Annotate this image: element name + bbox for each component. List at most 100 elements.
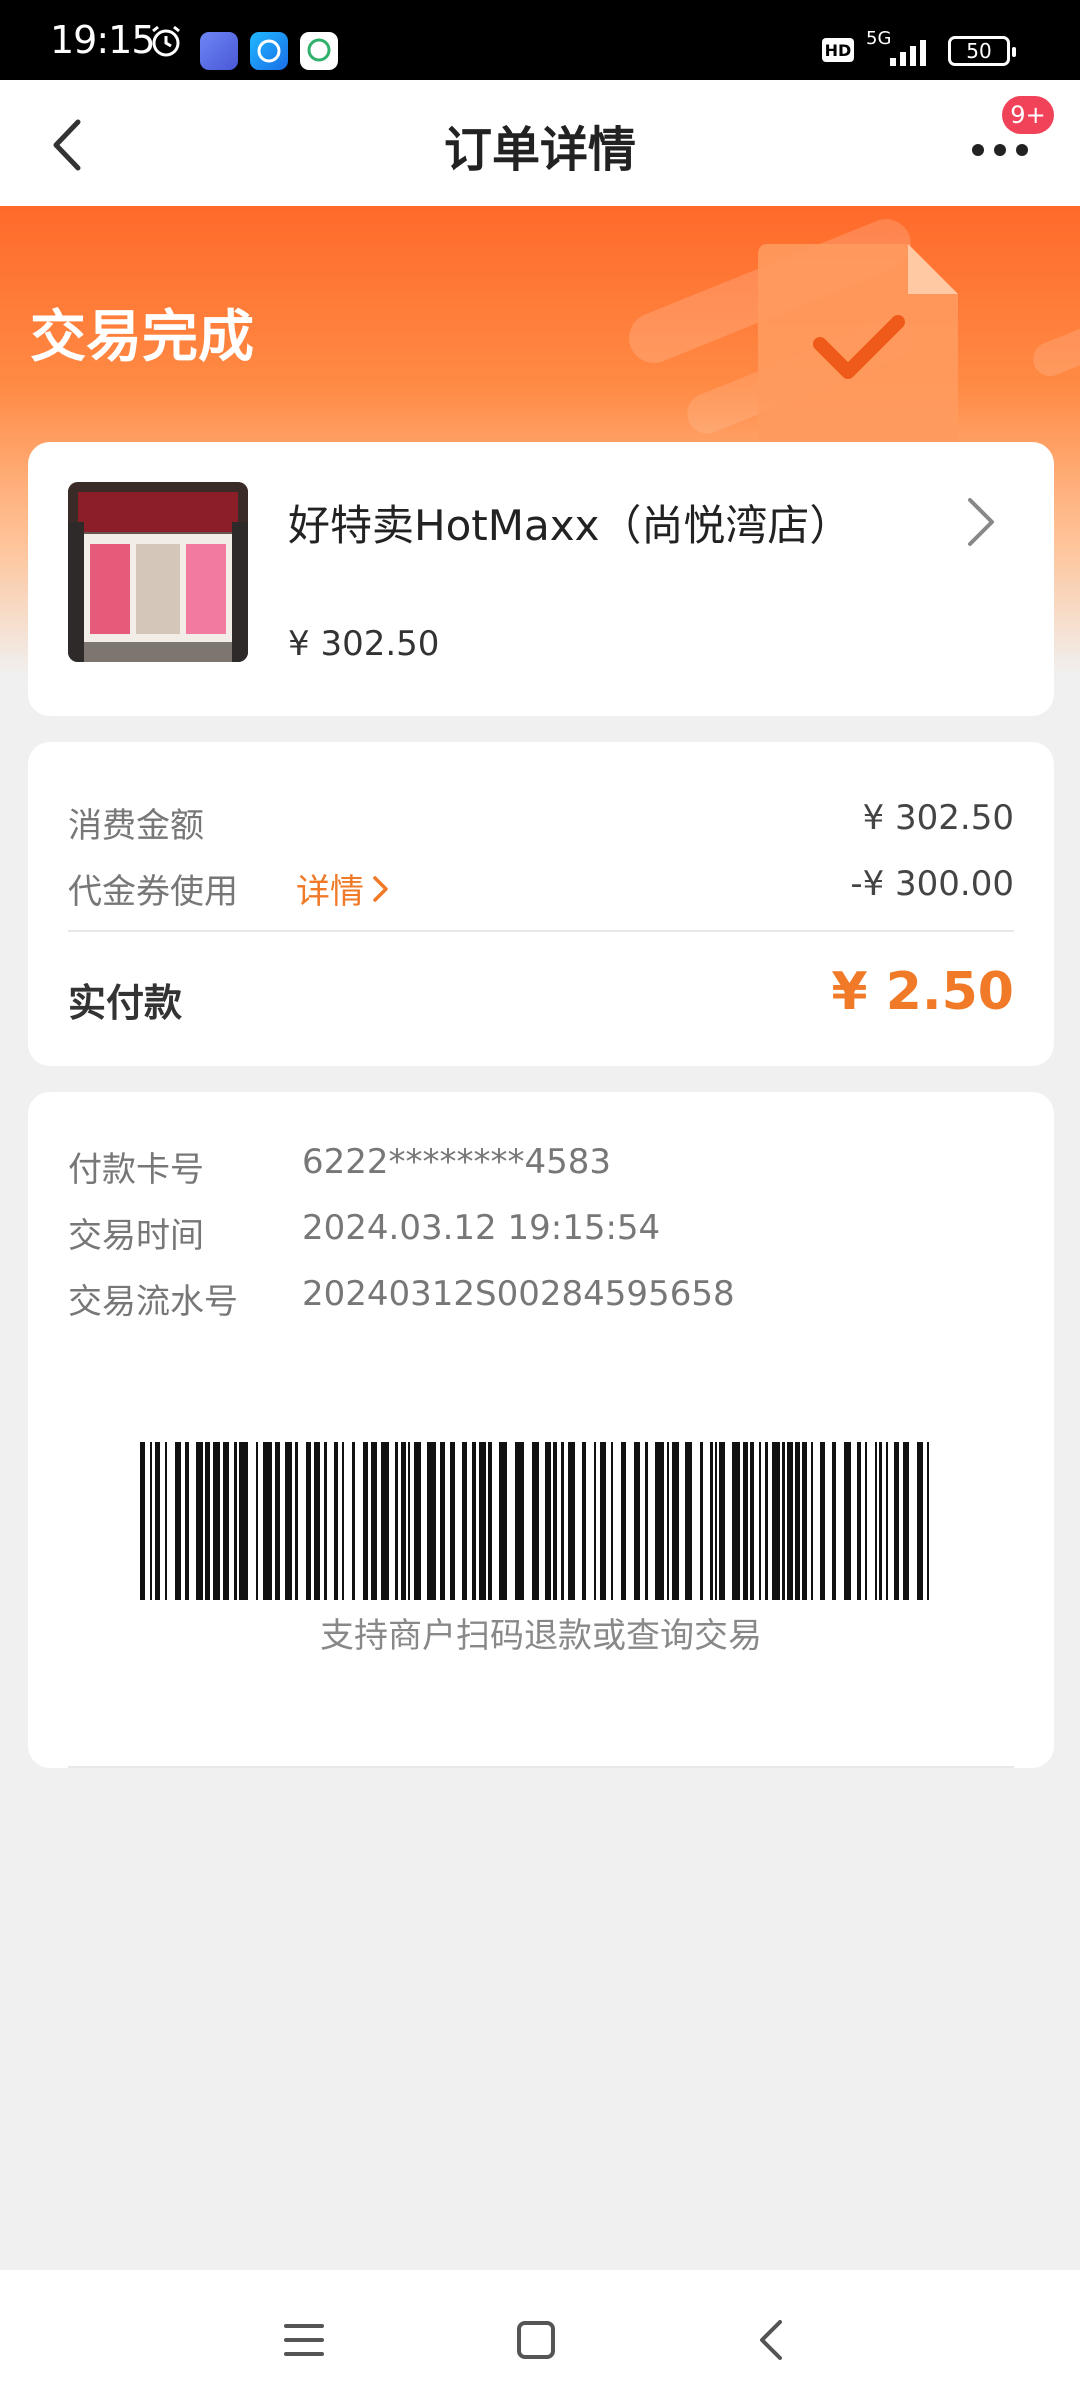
divider <box>68 930 1014 932</box>
barcode-bar <box>479 1442 486 1600</box>
voucher-detail-link[interactable]: 详情 <box>296 864 390 913</box>
barcode-bar <box>710 1442 713 1600</box>
barcode-bar <box>715 1442 717 1600</box>
barcode-bar <box>256 1442 258 1600</box>
menu-button[interactable] <box>274 2310 334 2370</box>
barcode-bar <box>401 1442 406 1600</box>
barcode-bar <box>515 1442 524 1600</box>
barcode-bar <box>634 1442 640 1600</box>
voucher-label: 代金券使用 <box>68 872 238 912</box>
barcode-bar <box>917 1442 923 1600</box>
barcode-bar <box>185 1442 189 1600</box>
barcode-bar <box>155 1442 160 1600</box>
barcode-bar <box>795 1442 800 1600</box>
more-dot <box>1016 144 1028 156</box>
barcode-bar <box>750 1442 754 1600</box>
merchant-amount: ¥ 302.50 <box>288 624 440 664</box>
nav-bar: 订单详情 <box>0 80 1080 206</box>
signal-icon <box>890 36 934 66</box>
barcode-bar <box>545 1442 551 1600</box>
barcode-bar <box>927 1442 929 1600</box>
more-dot <box>994 144 1006 156</box>
consume-label: 消费金额 <box>68 806 204 846</box>
barcode-bar <box>875 1442 877 1600</box>
barcode-bar <box>295 1442 298 1600</box>
voucher-detail-label: 详情 <box>296 872 364 912</box>
system-back-button[interactable] <box>742 2310 802 2370</box>
more-button[interactable] <box>972 130 1042 170</box>
barcode-bar <box>427 1442 436 1600</box>
barcode-bar <box>832 1442 836 1600</box>
app-icon-2 <box>250 32 288 70</box>
barcode-bar <box>772 1442 780 1600</box>
alarm-icon <box>146 22 186 60</box>
barcode-bar <box>342 1442 344 1600</box>
barcode-bar <box>462 1442 467 1600</box>
page-title: 订单详情 <box>443 122 636 178</box>
barcode-caption: 支持商户扫码退款或查询交易 <box>320 1616 762 1656</box>
chevron-right-icon <box>968 498 994 546</box>
barcode-bar <box>820 1442 825 1600</box>
time-value: 2024.03.12 19:15:54 <box>302 1208 661 1248</box>
barcode-bar <box>844 1442 851 1600</box>
barcode-bar <box>903 1442 909 1600</box>
barcode-bar <box>275 1442 280 1600</box>
barcode-bar <box>621 1442 626 1600</box>
home-button[interactable] <box>506 2310 566 2370</box>
barcode-bar <box>175 1442 181 1600</box>
voucher-value: -¥ 300.00 <box>850 864 1014 904</box>
menu-icon <box>284 2324 324 2356</box>
consume-value: ¥ 302.50 <box>862 798 1014 838</box>
barcode-bar <box>894 1442 899 1600</box>
barcode-bar <box>150 1442 152 1600</box>
barcode-bar <box>782 1442 785 1600</box>
barcode-bar <box>414 1442 421 1600</box>
barcode-bar <box>594 1442 596 1600</box>
barcode-bar <box>611 1442 613 1600</box>
barcode-bar <box>886 1442 888 1600</box>
hd-badge: HD <box>822 38 854 62</box>
card-number-label: 付款卡号 <box>68 1150 204 1190</box>
serial-label: 交易流水号 <box>68 1282 238 1322</box>
voucher-row: 代金券使用 详情 -¥ 300.00 <box>68 864 1014 914</box>
barcode-bar <box>205 1442 210 1600</box>
barcode-bar <box>472 1442 476 1600</box>
barcode-bar <box>314 1442 320 1600</box>
system-nav-bar <box>0 2270 1080 2400</box>
merchant-card[interactable]: 好特卖HotMaxx（尚悦湾店） ¥ 302.50 <box>28 442 1054 716</box>
barcode-bar <box>334 1442 338 1600</box>
barcode-bar <box>450 1442 455 1600</box>
app-icon-3 <box>300 32 338 70</box>
barcode-bar <box>532 1442 539 1600</box>
barcode-bar <box>223 1442 229 1600</box>
barcode-bar <box>787 1442 793 1600</box>
barcode-bar <box>352 1442 355 1600</box>
barcode-bar <box>811 1442 813 1600</box>
serial-value: 20240312S00284595658 <box>302 1274 735 1314</box>
store-image <box>68 482 248 662</box>
status-bar: 19:15 HD 5G 50 <box>0 0 1080 80</box>
notification-badge: 9+ <box>1002 96 1054 134</box>
barcode-bar <box>488 1442 492 1600</box>
barcode-bar <box>568 1442 575 1600</box>
barcode-bar <box>802 1442 807 1600</box>
barcode-bar <box>743 1442 748 1600</box>
barcode-bar <box>239 1442 248 1600</box>
barcode-bar <box>553 1442 557 1600</box>
chevron-right-small-icon <box>373 875 388 902</box>
battery-icon: 50 <box>948 36 1016 66</box>
transaction-status: 交易完成 <box>30 305 254 370</box>
barcode-bar <box>759 1442 761 1600</box>
barcode-bar <box>879 1442 882 1600</box>
barcode-bar <box>655 1442 664 1600</box>
barcode-bar <box>499 1442 507 1600</box>
barcode-bar <box>645 1442 648 1600</box>
barcode-bar <box>865 1442 867 1600</box>
barcode-bar <box>165 1442 167 1600</box>
barcode-bar <box>600 1442 606 1600</box>
barcode-bar <box>857 1442 861 1600</box>
barcode-bar <box>440 1442 445 1600</box>
paid-value: ¥ 2.50 <box>831 962 1014 1022</box>
barcode-bar <box>234 1442 237 1600</box>
barcode[interactable] <box>140 1442 940 1600</box>
